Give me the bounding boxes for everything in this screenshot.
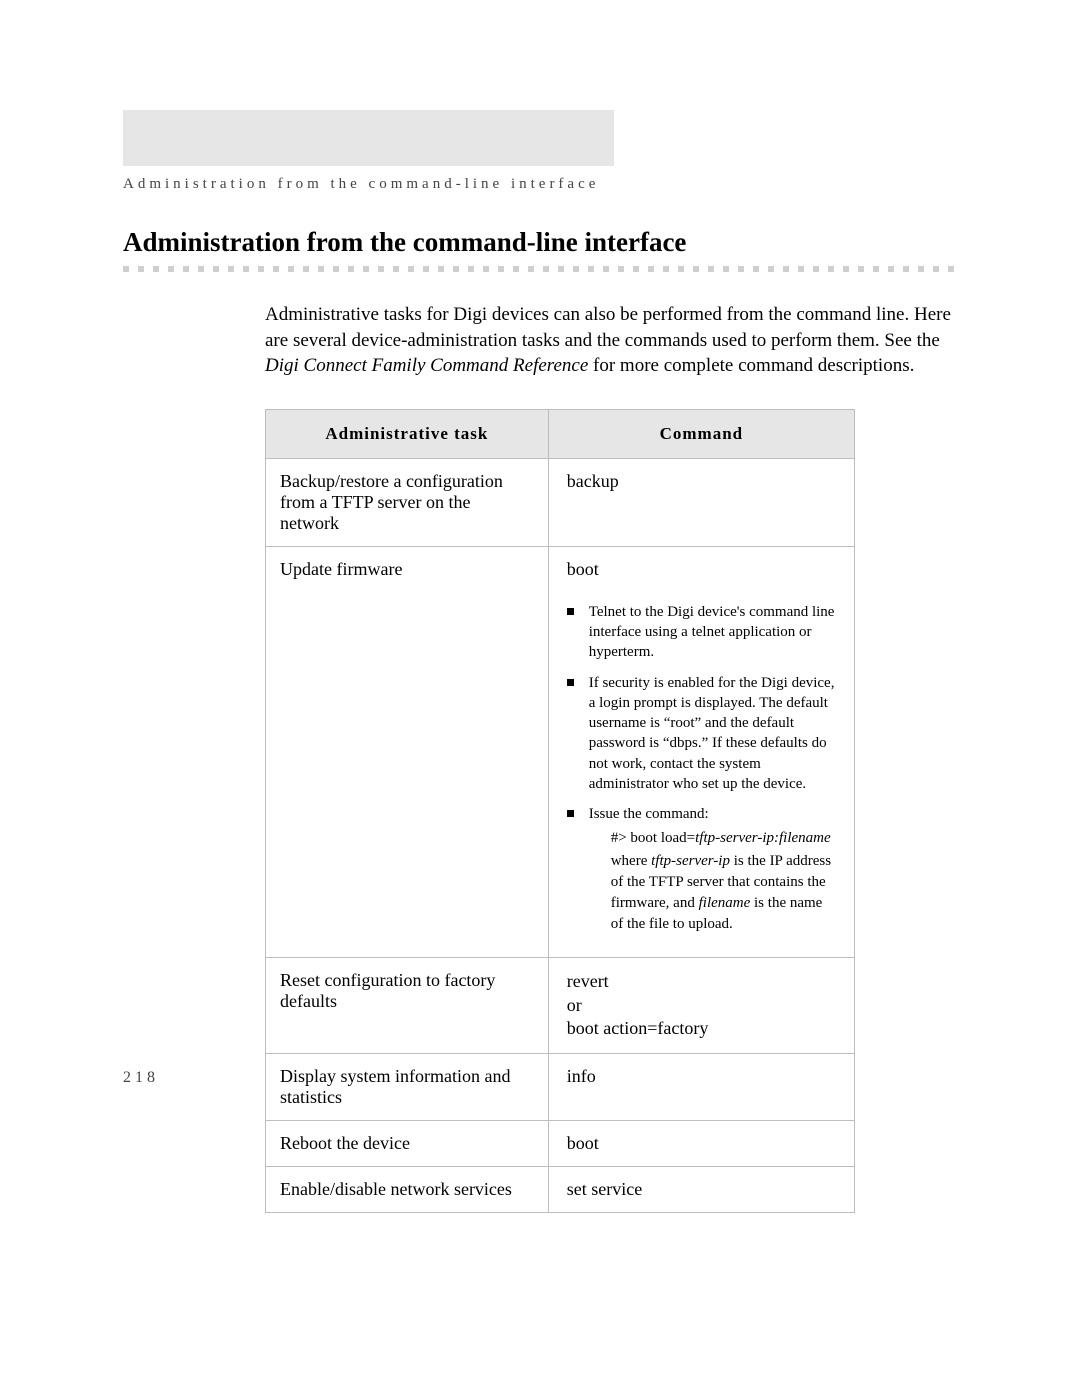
boot-instructions: Telnet to the Digi device's command line… [567,602,836,936]
intro-paragraph: Administrative tasks for Digi devices ca… [265,302,957,379]
boot-cmd-prefix: #> boot load= [611,830,695,846]
task-cell: Display system information and statistic… [266,1053,549,1120]
col-header-task: Administrative task [266,409,549,458]
cmd-cell: boot [548,1120,854,1166]
task-cell: Update firmware [266,546,549,958]
section-title: Administration from the command-line int… [123,227,957,258]
bullet-item: If security is enabled for the Digi devi… [567,673,836,795]
page-number: 218 [123,1069,159,1087]
cmd-text: boot [567,1133,599,1153]
cmd-cell: revert or boot action=factory [548,958,854,1053]
boot-cmd-args: tftp-server-ip:filename [695,830,831,846]
chapter-header: Administration from the command-line int… [123,176,957,193]
cmd-text: backup [567,471,619,491]
bullet-item: Telnet to the Digi device's command line… [567,602,836,663]
table-row: Reboot the device boot [266,1120,855,1166]
intro-text-1: Administrative tasks for Digi devices ca… [265,304,951,351]
cmd-cell: backup [548,458,854,546]
task-cell: Enable/disable network services [266,1166,549,1212]
task-cell: Reset configuration to factory defaults [266,958,549,1053]
task-cell: Reboot the device [266,1120,549,1166]
table-row: Update firmware boot Telnet to the Digi … [266,546,855,958]
cmd-text: set service [567,1179,642,1199]
cmd-text: revert [567,970,836,993]
bullet-text: Issue the command: [589,806,709,822]
boot-command-line: #> boot load=tftp-server-ip:filename [589,828,836,849]
cmd-cell: info [548,1053,854,1120]
intro-reference: Digi Connect Family Command Reference [265,355,588,376]
boot-note: where tftp-server-ip is the IP address o… [589,851,836,935]
table-row: Display system information and statistic… [266,1053,855,1120]
table-row: Enable/disable network services set serv… [266,1166,855,1212]
col-header-cmd: Command [548,409,854,458]
table-row: Reset configuration to factory defaults … [266,958,855,1053]
cmd-text: or [567,994,836,1017]
cmd-cell: set service [548,1166,854,1212]
task-cell: Backup/restore a configuration from a TF… [266,458,549,546]
dot-separator [123,264,957,274]
table-row: Backup/restore a configuration from a TF… [266,458,855,546]
cmd-text: boot action=factory [567,1017,836,1040]
bullet-item: Issue the command: #> boot load=tftp-ser… [567,804,836,935]
cmd-text: boot [567,559,599,579]
top-grey-band [123,110,614,166]
command-table: Administrative task Command Backup/resto… [265,409,855,1213]
cmd-cell: boot Telnet to the Digi device's command… [548,546,854,958]
cmd-text: info [567,1066,596,1086]
intro-text-2: for more complete command descriptions. [588,355,914,376]
